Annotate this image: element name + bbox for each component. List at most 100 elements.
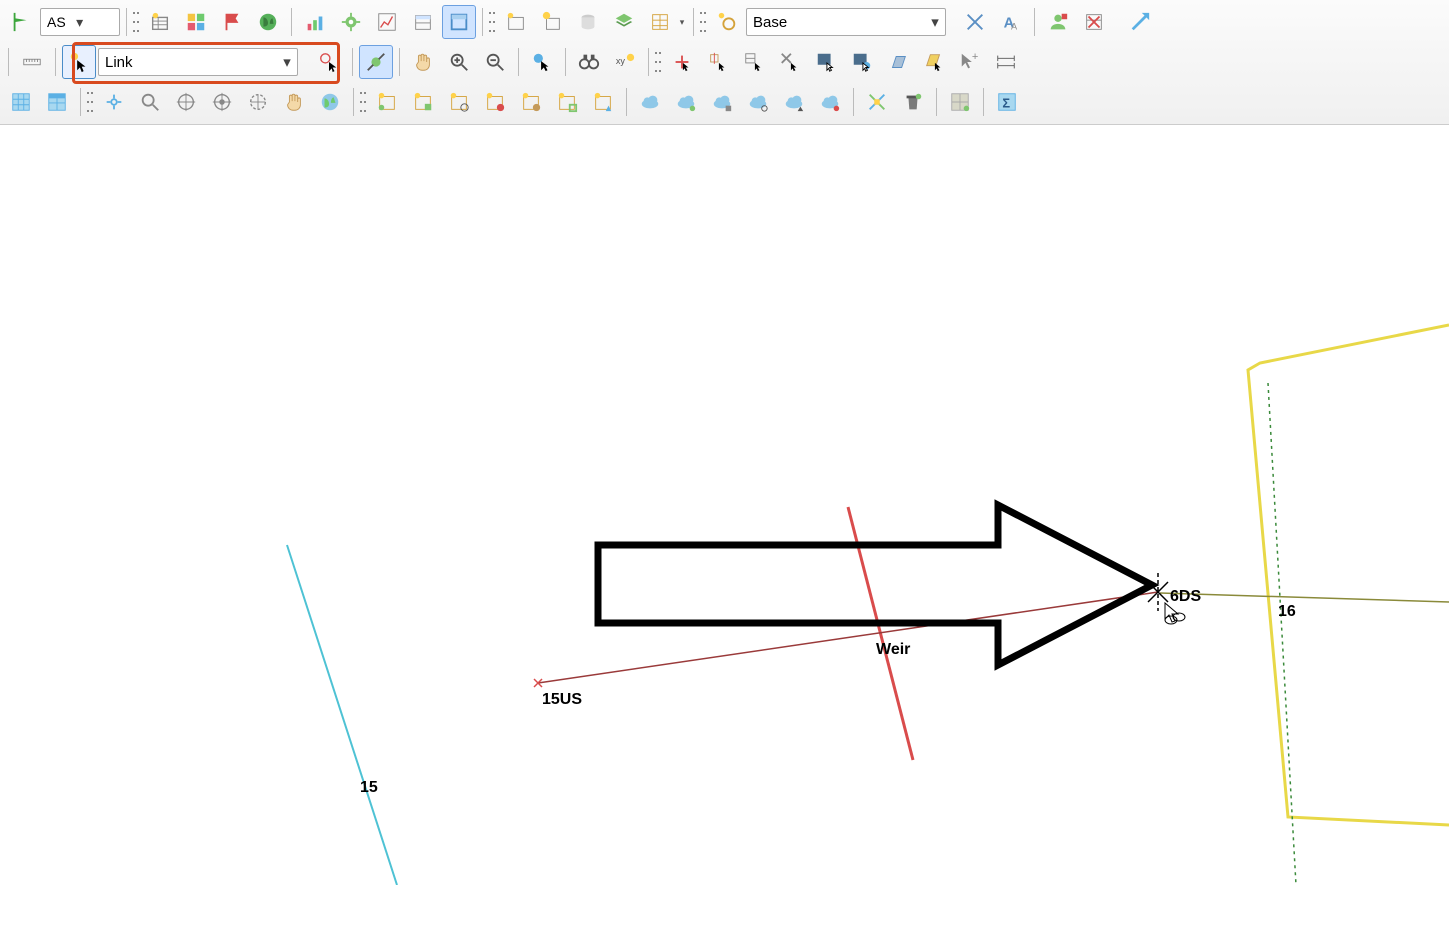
find-button[interactable] — [572, 45, 606, 79]
cloud-5[interactable] — [777, 85, 811, 119]
grid-head-button[interactable] — [40, 85, 74, 119]
zoom-out-button[interactable] — [478, 45, 512, 79]
create-element-button[interactable] — [62, 45, 96, 79]
shape-button-1[interactable] — [881, 45, 915, 79]
chevron-down-icon[interactable]: ▾ — [677, 17, 687, 28]
combo-base-value: Base — [753, 14, 787, 31]
world-button[interactable] — [313, 85, 347, 119]
node-label-16: 16 — [1278, 603, 1296, 621]
flag-icon-button[interactable] — [4, 5, 38, 39]
link-label-weir: Weir — [876, 641, 910, 659]
grid-icon — [649, 11, 671, 33]
cut-link-button[interactable] — [958, 5, 992, 39]
snap-cursor-4[interactable] — [773, 45, 807, 79]
snap-cursor-1[interactable] — [665, 45, 699, 79]
chevron-down-icon: ▾ — [279, 53, 295, 71]
gtool-5[interactable] — [514, 85, 548, 119]
shape-cursor-button[interactable] — [917, 45, 951, 79]
cloud-2[interactable] — [669, 85, 703, 119]
snap-cursor-2[interactable] — [701, 45, 735, 79]
select-rect-1[interactable] — [809, 45, 843, 79]
gtool-1[interactable] — [370, 85, 404, 119]
table-x-icon — [1083, 11, 1105, 33]
cloud-4[interactable] — [741, 85, 775, 119]
cursor-node-icon — [318, 51, 340, 73]
green-flag-icon — [10, 11, 32, 33]
arrow-tool-button[interactable]: + — [953, 45, 987, 79]
cylinder-icon — [577, 11, 599, 33]
globe-button[interactable] — [251, 5, 285, 39]
target-3-button[interactable] — [241, 85, 275, 119]
new-table-button[interactable] — [143, 5, 177, 39]
canvas-svg — [0, 125, 1449, 885]
element-type-combo[interactable]: AS ▾ — [40, 8, 120, 36]
snap-icon — [671, 51, 693, 73]
user-node-icon — [1047, 11, 1069, 33]
calendar-button[interactable] — [406, 5, 440, 39]
cloud-3[interactable] — [705, 85, 739, 119]
select-link-button[interactable] — [359, 45, 393, 79]
cross-arrows-icon — [866, 91, 888, 113]
gtable-icon — [376, 91, 398, 113]
person-button[interactable] — [1041, 5, 1075, 39]
layers-button[interactable] — [607, 5, 641, 39]
shape-cursor-icon — [923, 51, 945, 73]
window-button[interactable] — [442, 5, 476, 39]
ruler-button[interactable] — [15, 45, 49, 79]
node-button[interactable] — [710, 5, 744, 39]
svg-text:xy: xy — [616, 56, 626, 66]
grid-button[interactable] — [643, 5, 677, 39]
window-icon — [448, 11, 470, 33]
select-cursor-button[interactable] — [525, 45, 559, 79]
select-rect-2[interactable] — [845, 45, 879, 79]
xy-cursor-button[interactable]: xy — [608, 45, 642, 79]
link-type-combo[interactable]: Link ▾ — [98, 48, 298, 76]
new-layer-button[interactable] — [499, 5, 533, 39]
zoom-mag-button[interactable] — [133, 85, 167, 119]
zoom-in-button[interactable] — [442, 45, 476, 79]
snap-cursor-3[interactable] — [737, 45, 771, 79]
magnifier-plus-icon — [448, 51, 470, 73]
cloud-icon — [711, 91, 733, 113]
pan-hand-2-button[interactable] — [277, 85, 311, 119]
bar-chart-icon — [304, 11, 326, 33]
table-color-button[interactable] — [179, 5, 213, 39]
world-icon — [319, 91, 341, 113]
node-label-6ds: 6DS — [1170, 588, 1201, 606]
table-sun-button[interactable] — [535, 5, 569, 39]
node-star-icon — [716, 11, 738, 33]
table-x-button[interactable] — [1077, 5, 1111, 39]
pan-hand-button[interactable] — [406, 45, 440, 79]
gtool-2[interactable] — [406, 85, 440, 119]
cloud-1[interactable] — [633, 85, 667, 119]
misc-3[interactable] — [943, 85, 977, 119]
plot-button[interactable] — [370, 5, 404, 39]
edge-tool-button[interactable] — [1123, 5, 1157, 39]
snap-node-icon — [707, 51, 729, 73]
dimension-icon — [995, 51, 1017, 73]
cursor-star-icon — [68, 51, 90, 73]
text-tool-button[interactable]: AA — [994, 5, 1028, 39]
cloud-6[interactable] — [813, 85, 847, 119]
magnifier-minus-icon — [484, 51, 506, 73]
misc-4[interactable]: Σ — [990, 85, 1024, 119]
select-node-button[interactable] — [312, 45, 346, 79]
gtool-7[interactable] — [586, 85, 620, 119]
gear-button[interactable] — [334, 5, 368, 39]
flag-arrow-button[interactable] — [215, 5, 249, 39]
target-1-button[interactable] — [169, 85, 203, 119]
db-button[interactable] — [571, 5, 605, 39]
gtool-6[interactable] — [550, 85, 584, 119]
table-sun-icon — [541, 11, 563, 33]
gtool-3[interactable] — [442, 85, 476, 119]
target-2-button[interactable] — [205, 85, 239, 119]
scenario-combo[interactable]: Base ▾ — [746, 8, 946, 36]
crosshair-dash-icon — [247, 91, 269, 113]
misc-1[interactable] — [860, 85, 894, 119]
chart-button[interactable] — [298, 5, 332, 39]
misc-2[interactable] — [896, 85, 930, 119]
grid-blue-button[interactable] — [4, 85, 38, 119]
gtool-4[interactable] — [478, 85, 512, 119]
zoom-extents-button[interactable] — [97, 85, 131, 119]
measure-button[interactable] — [989, 45, 1023, 79]
